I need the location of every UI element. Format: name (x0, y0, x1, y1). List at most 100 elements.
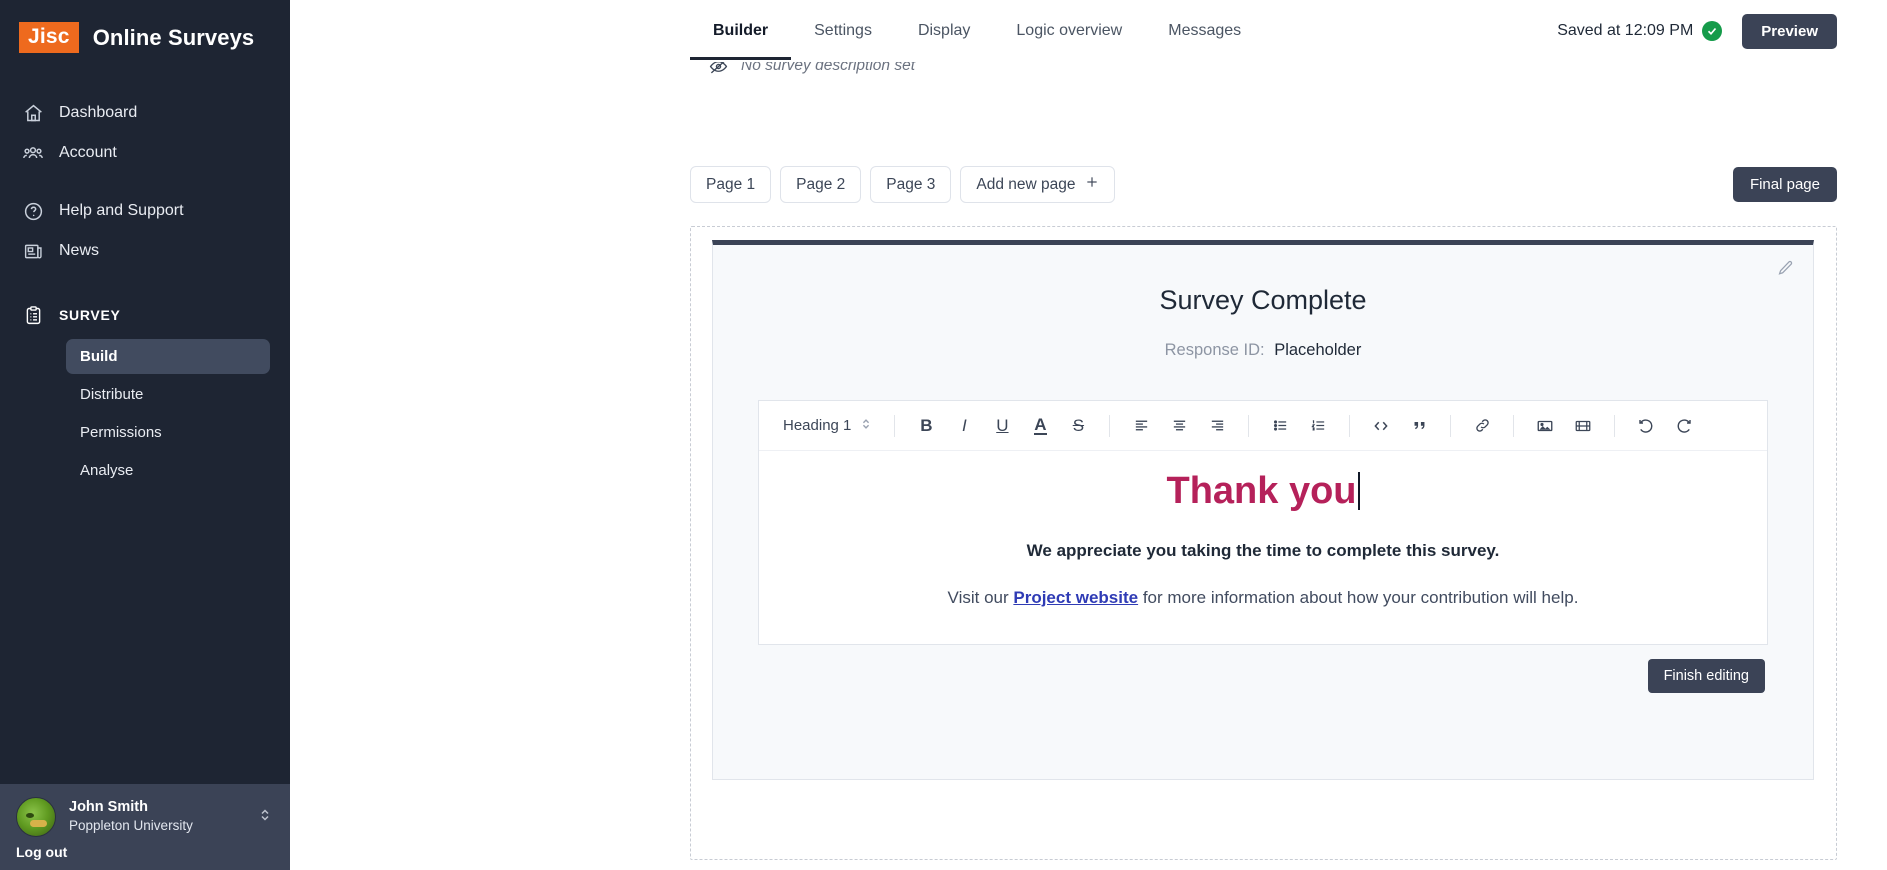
card-title: Survey Complete (1159, 285, 1367, 315)
sidebar: Jisc Online Surveys Dashboard Account He… (0, 0, 290, 870)
add-new-page-button[interactable]: Add new page (960, 166, 1115, 203)
top-tab-bar: Builder Settings Display Logic overview … (290, 0, 1887, 62)
style-select[interactable]: Heading 1 (773, 416, 882, 436)
tab-display[interactable]: Display (895, 0, 993, 60)
link-icon[interactable] (1467, 411, 1497, 441)
newspaper-icon (22, 240, 44, 262)
survey-subnav: Build Distribute Permissions Analyse (0, 339, 290, 488)
paragraph-text-after: for more information about how your cont… (1138, 587, 1579, 607)
code-icon[interactable] (1366, 411, 1396, 441)
home-icon (22, 102, 44, 124)
sidebar-item-help-and-support[interactable]: Help and Support (0, 191, 290, 231)
topbar-actions: Saved at 12:09 PM Preview (1557, 0, 1887, 62)
sidebar-item-label: Dashboard (59, 104, 138, 121)
sidebar-footer: John Smith Poppleton University Log out (0, 784, 290, 870)
editor-heading: Thank you (1166, 470, 1357, 512)
account-switcher[interactable]: John Smith Poppleton University (16, 797, 274, 837)
avatar (16, 797, 56, 837)
rich-text-editor: Heading 1 B I U A S Thank you We appreci… (758, 400, 1768, 645)
save-status: Saved at 12:09 PM (1557, 21, 1723, 41)
chevron-updown-icon (860, 416, 872, 436)
video-icon[interactable] (1568, 411, 1598, 441)
page-tab-1[interactable]: Page 1 (690, 166, 772, 203)
align-right-icon[interactable] (1202, 411, 1232, 441)
redo-icon[interactable] (1669, 411, 1699, 441)
page-tab-row: Page 1 Page 2 Page 3 Add new page Final … (290, 166, 1887, 203)
brand[interactable]: Jisc Online Surveys (0, 0, 290, 53)
final-page-badge: Final page (1732, 167, 1837, 202)
tab-builder[interactable]: Builder (690, 0, 792, 60)
sidebar-item-permissions[interactable]: Permissions (66, 415, 270, 450)
numbered-list-icon[interactable] (1303, 411, 1333, 441)
sidebar-item-label: Account (59, 144, 117, 161)
sidebar-item-build[interactable]: Build (66, 339, 270, 374)
response-id-row: Response ID: Placeholder (713, 341, 1813, 360)
final-page-card: Survey Complete Response ID: Placeholder… (712, 240, 1814, 780)
toolbar-divider (1450, 414, 1452, 437)
toolbar-divider (1248, 414, 1250, 437)
italic-icon[interactable]: I (949, 411, 979, 441)
primary-nav: Dashboard Account Help and Support News … (0, 93, 290, 491)
page-tabs: Page 1 Page 2 Page 3 Add new page (690, 166, 1115, 203)
check-circle-icon (1702, 21, 1723, 41)
toolbar-divider (1614, 414, 1616, 437)
bold-icon[interactable]: B (911, 411, 941, 441)
strikethrough-icon[interactable]: S (1063, 411, 1093, 441)
sidebar-item-dashboard[interactable]: Dashboard (0, 93, 290, 133)
finish-editing-button[interactable]: Finish editing (1647, 659, 1765, 693)
page-tab-2[interactable]: Page 2 (780, 166, 862, 203)
jisc-logo: Jisc (19, 22, 79, 53)
text-color-icon[interactable]: A (1025, 411, 1055, 441)
logout-link[interactable]: Log out (16, 844, 274, 860)
tab-list: Builder Settings Display Logic overview … (290, 0, 1264, 60)
project-website-link[interactable]: Project website (1013, 588, 1138, 607)
question-circle-icon (22, 200, 44, 222)
clipboard-icon (22, 304, 44, 326)
brand-name: Online Surveys (92, 24, 255, 50)
plus-icon (1085, 175, 1099, 194)
main-content: No survey description set Builder Settin… (290, 0, 1887, 870)
toolbar-divider (1349, 414, 1351, 437)
sidebar-item-label: Help and Support (59, 202, 184, 219)
preview-button[interactable]: Preview (1742, 13, 1837, 49)
user-name: John Smith (69, 798, 148, 815)
sidebar-item-distribute[interactable]: Distribute (66, 377, 270, 412)
page-tab-3[interactable]: Page 3 (870, 166, 952, 203)
underline-icon[interactable]: U (987, 411, 1017, 441)
toolbar-divider (1513, 414, 1515, 437)
account-info: John Smith Poppleton University (69, 798, 245, 836)
image-icon[interactable] (1530, 411, 1560, 441)
response-id-label: Response ID: (1164, 341, 1265, 359)
editor-heading-line: Thank you (789, 469, 1737, 515)
sidebar-section-survey: SURVEY (0, 295, 290, 335)
sidebar-item-news[interactable]: News (0, 231, 290, 271)
editor-subheading: We appreciate you taking the time to com… (1026, 540, 1500, 560)
card-footer: Finish editing (713, 645, 1813, 693)
undo-icon[interactable] (1631, 411, 1661, 441)
response-id-value: Placeholder (1274, 341, 1362, 359)
editor-body[interactable]: Thank you We appreciate you taking the t… (759, 451, 1767, 644)
sidebar-item-label: News (59, 242, 100, 259)
save-status-text: Saved at 12:09 PM (1557, 22, 1694, 39)
user-org: Poppleton University (69, 818, 193, 834)
sidebar-section-label: SURVEY (59, 307, 121, 323)
sidebar-item-account[interactable]: Account (0, 133, 290, 173)
blockquote-icon[interactable] (1404, 411, 1434, 441)
align-center-icon[interactable] (1164, 411, 1194, 441)
sidebar-item-analyse[interactable]: Analyse (66, 453, 270, 488)
align-left-icon[interactable] (1126, 411, 1156, 441)
bullet-list-icon[interactable] (1265, 411, 1295, 441)
tab-settings[interactable]: Settings (791, 0, 895, 60)
add-new-page-label: Add new page (976, 175, 1076, 193)
toolbar-divider (894, 414, 896, 437)
tab-logic-overview[interactable]: Logic overview (993, 0, 1145, 60)
chevron-updown-icon (258, 806, 274, 829)
editor-toolbar: Heading 1 B I U A S (759, 401, 1767, 451)
users-icon (22, 142, 44, 164)
pencil-icon[interactable] (1776, 259, 1795, 283)
text-caret (1357, 472, 1360, 510)
paragraph-text-before: Visit our (947, 587, 1014, 607)
tab-messages[interactable]: Messages (1145, 0, 1264, 60)
